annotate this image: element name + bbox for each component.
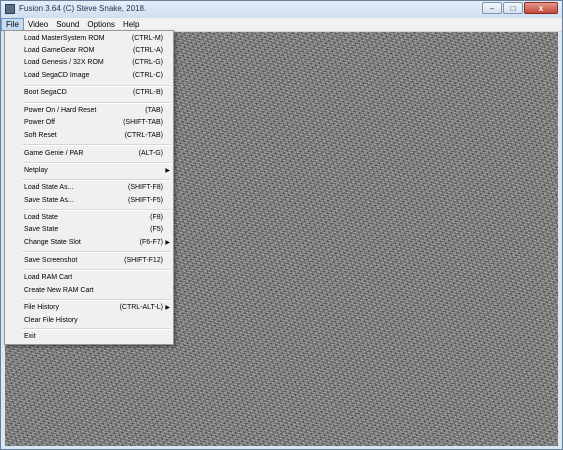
menu-item-save-state[interactable]: Save State (F5) xyxy=(5,225,173,235)
submenu-arrow-icon: ▶ xyxy=(165,168,170,174)
menu-item-load-state[interactable]: Load State (F8) xyxy=(5,213,173,223)
submenu-arrow-icon: ▶ xyxy=(165,305,170,311)
menu-item-create-ram-cart[interactable]: Create New RAM Cart xyxy=(5,286,173,296)
menu-separator xyxy=(22,162,171,164)
window-title: Fusion 3.64 (C) Steve Snake, 2018. xyxy=(19,4,147,13)
title-bar: Fusion 3.64 (C) Steve Snake, 2018. – □ x xyxy=(1,1,562,18)
menu-item-load-state-as[interactable]: Load State As... (SHIFT-F8) xyxy=(5,183,173,193)
minimize-button[interactable]: – xyxy=(482,2,502,14)
menu-item-soft-reset[interactable]: Soft Reset (CTRL-TAB) xyxy=(5,131,173,141)
app-icon xyxy=(5,4,15,14)
menu-separator xyxy=(22,299,171,301)
menu-separator xyxy=(22,269,171,271)
menu-item-game-genie[interactable]: Game Genie / PAR (ALT-G) xyxy=(5,149,173,159)
menu-item-power-on[interactable]: Power On / Hard Reset (TAB) xyxy=(5,106,173,116)
menu-separator xyxy=(22,102,171,104)
menu-item-file-history[interactable]: File History (CTRL-ALT-L) ▶ xyxy=(5,303,173,313)
menu-item-netplay[interactable]: Netplay ▶ xyxy=(5,166,173,176)
menu-item-power-off[interactable]: Power Off (SHIFT-TAB) xyxy=(5,118,173,128)
menu-item-change-state-slot[interactable]: Change State Slot (F6-F7) ▶ xyxy=(5,238,173,248)
menu-separator xyxy=(22,209,171,211)
menu-separator xyxy=(22,328,171,330)
menu-separator xyxy=(22,251,171,253)
menu-separator xyxy=(22,144,171,146)
menu-item-boot-segacd[interactable]: Boot SegaCD (CTRL-B) xyxy=(5,88,173,98)
menu-item-save-state-as[interactable]: Save State As... (SHIFT-F5) xyxy=(5,196,173,206)
menu-item-load-gamegear-rom[interactable]: Load GameGear ROM (CTRL-A) xyxy=(5,46,173,56)
menu-item-save-screenshot[interactable]: Save Screenshot (SHIFT-F12) xyxy=(5,256,173,266)
file-menu-dropdown: Load MasterSystem ROM (CTRL-M) Load Game… xyxy=(4,30,174,345)
menu-separator xyxy=(22,85,171,87)
window-controls: – □ x xyxy=(482,2,558,14)
menu-item-exit[interactable]: Exit xyxy=(5,332,173,342)
submenu-arrow-icon: ▶ xyxy=(165,240,170,246)
maximize-button[interactable]: □ xyxy=(503,2,523,14)
menu-item-load-segacd-image[interactable]: Load SegaCD Image (CTRL-C) xyxy=(5,71,173,81)
menu-item-clear-file-history[interactable]: Clear File History xyxy=(5,316,173,326)
menu-item-load-ram-cart[interactable]: Load RAM Cart xyxy=(5,273,173,283)
menu-separator xyxy=(22,179,171,181)
menu-item-load-mastersystem-rom[interactable]: Load MasterSystem ROM (CTRL-M) xyxy=(5,34,173,44)
menu-item-load-genesis-rom[interactable]: Load Genesis / 32X ROM (CTRL-G) xyxy=(5,58,173,68)
close-button[interactable]: x xyxy=(524,2,558,14)
